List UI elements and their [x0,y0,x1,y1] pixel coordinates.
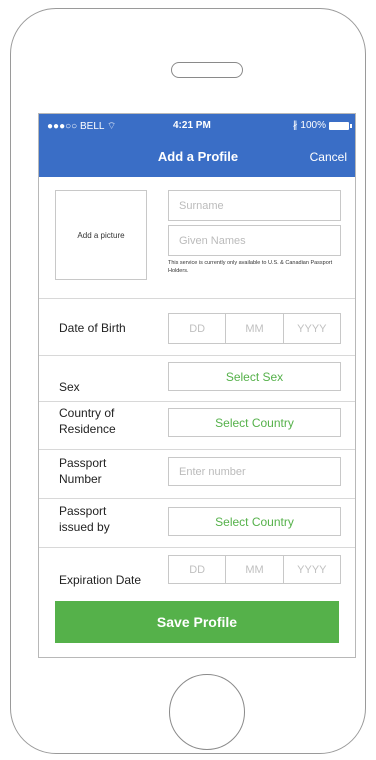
dob-label: Date of Birth [59,321,126,335]
divider [39,449,355,450]
expiration-field: DD MM YYYY [168,555,341,584]
home-button[interactable] [169,674,245,750]
divider [39,498,355,499]
battery-icon [329,121,352,130]
battery-percent: ∦ 100% [292,120,326,131]
cancel-button[interactable]: Cancel [310,150,347,164]
divider [39,547,355,548]
passport-note: This service is currently only available… [168,260,333,274]
expiration-label: Expiration Date [59,573,142,587]
carrier-label: ●●●○○ BELL ⌔ [47,121,117,132]
given-names-input[interactable]: Given Names [168,225,341,256]
select-sex-button[interactable]: Select Sex [168,362,341,391]
save-profile-button[interactable]: Save Profile [55,601,339,643]
speaker-slot [171,62,243,78]
passport-issued-select-button[interactable]: Select Country [168,507,341,536]
add-picture-label: Add a picture [77,230,125,240]
nav-header: ●●●○○ BELL ⌔ 4:21 PM ∦ 100% Add a Profil… [39,114,355,177]
exp-day-input[interactable]: DD [169,556,225,583]
divider [39,355,355,356]
dob-month-input[interactable]: MM [225,314,282,343]
passport-number-label: Passport Number [59,456,107,486]
battery-indicator: ∦ 100% [292,120,352,131]
dob-year-input[interactable]: YYYY [282,314,340,343]
dob-field: DD MM YYYY [168,313,341,344]
dob-day-input[interactable]: DD [169,314,225,343]
passport-issued-label: Passport issued by [59,504,110,534]
select-country-button[interactable]: Select Country [168,408,341,437]
status-time: 4:21 PM [173,120,211,131]
page-title: Add a Profile [157,149,239,164]
surname-input[interactable]: Surname [168,190,341,221]
divider [39,401,355,402]
app-screen: ●●●○○ BELL ⌔ 4:21 PM ∦ 100% Add a Profil… [38,113,356,658]
country-label: Country of Residence [59,406,116,436]
passport-number-input[interactable]: Enter number [168,457,341,486]
sex-label: Sex [59,380,80,394]
status-bar: ●●●○○ BELL ⌔ 4:21 PM ∦ 100% [39,120,355,134]
add-picture-button[interactable]: Add a picture [55,190,147,280]
exp-year-input[interactable]: YYYY [282,556,340,583]
exp-month-input[interactable]: MM [225,556,282,583]
divider [39,298,355,299]
